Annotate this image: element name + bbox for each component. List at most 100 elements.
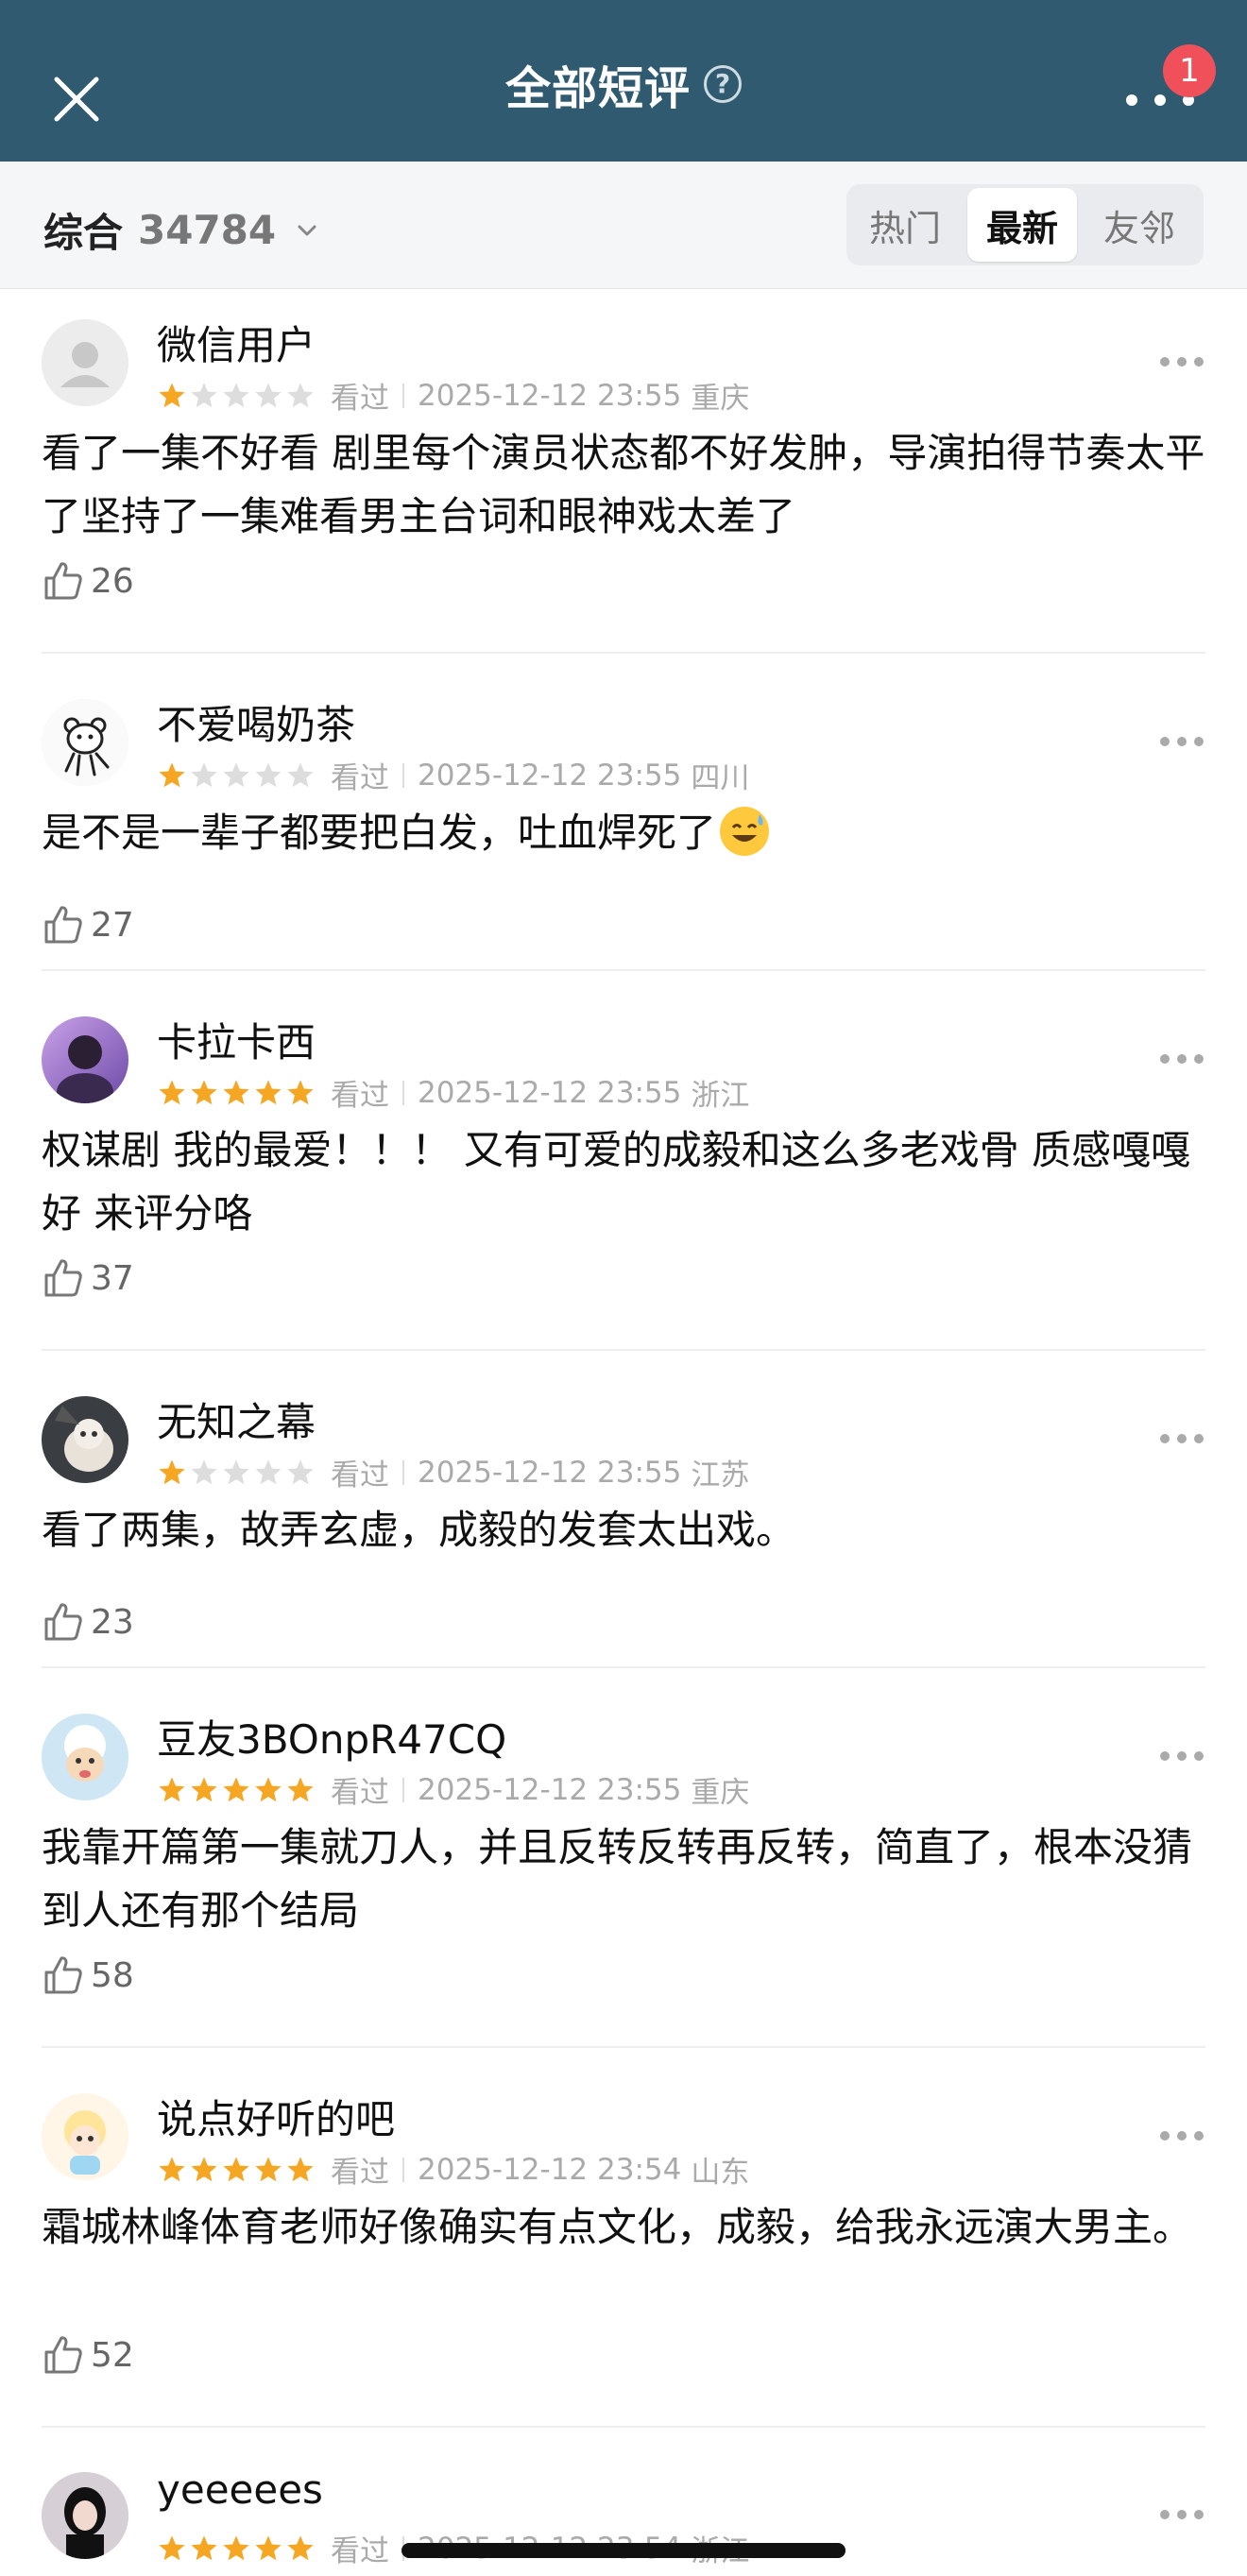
comment-more-button[interactable] (1160, 1751, 1204, 1763)
thumbs-up-icon (44, 1603, 82, 1641)
comment-more-button[interactable] (1160, 2131, 1204, 2142)
username[interactable]: 微信用户 (157, 314, 316, 371)
tab-group: 热门 最新 友邻 (846, 184, 1204, 265)
like-button[interactable]: 58 (42, 1953, 134, 1997)
comment-more-button[interactable] (1160, 737, 1204, 748)
star-icon (287, 1079, 314, 1104)
rating-stars (157, 2155, 316, 2185)
star-icon (255, 1459, 282, 1484)
thumbs-up-icon (44, 1956, 82, 1994)
comment-text: 权谋剧 我的最爱！！！ 又有可爱的成毅和这么多老戏骨 质感嘎嘎好 来评分咯 (42, 1127, 1191, 1237)
like-button[interactable]: 37 (42, 1256, 134, 1300)
star-icon (287, 2156, 314, 2181)
divider (42, 652, 1205, 654)
avatar[interactable] (42, 699, 128, 786)
like-button[interactable]: 23 (42, 1600, 134, 1644)
star-icon (191, 1776, 217, 1801)
star-icon (223, 382, 249, 407)
username[interactable]: 卡拉卡西 (157, 1011, 316, 1068)
filter-bar: 综合 34784 热门 最新 友邻 (0, 162, 1247, 289)
region: 江苏 (691, 1459, 750, 1493)
sort-dropdown[interactable]: 综合 34784 (43, 201, 317, 259)
avatar[interactable] (42, 2472, 128, 2559)
tab-hot[interactable]: 热门 (850, 188, 960, 262)
comment-meta: 看过 2025-12-12 23:55 江苏 (157, 1451, 749, 1493)
star-icon (287, 2534, 314, 2560)
watch-status: 看过 (331, 1079, 389, 1113)
username[interactable]: 豆友3BOnpR47CQ (157, 1708, 506, 1766)
star-icon (287, 1776, 314, 1801)
region: 重庆 (691, 1776, 750, 1810)
comment-text: 霜城林峰体育老师好像确实有点文化，成毅，给我永远演大男主。 (42, 2204, 1193, 2250)
star-icon (255, 761, 282, 787)
tab-friends[interactable]: 友邻 (1085, 188, 1194, 262)
dot-icon (1160, 2131, 1170, 2141)
comment-more-button[interactable] (1160, 2510, 1204, 2521)
star-icon (159, 1079, 185, 1104)
divider (42, 2426, 1205, 2428)
comment-text: 看了一集不好看 剧里每个演员状态都不好发肿，导演拍得节奏太平了坚持了一集难看男主… (42, 430, 1205, 539)
thumbs-up-icon (44, 562, 82, 600)
timestamp: 2025-12-12 23:55 (418, 1455, 682, 1490)
region: 重庆 (691, 382, 750, 416)
dot-icon (1194, 1054, 1204, 1064)
star-icon (223, 1459, 249, 1484)
star-icon (223, 1776, 249, 1801)
star-icon (255, 1776, 282, 1801)
dot-icon (1194, 357, 1204, 367)
like-button[interactable]: 52 (42, 2333, 134, 2377)
region: 浙江 (691, 1079, 750, 1113)
watch-status: 看过 (331, 761, 389, 795)
star-icon (255, 2156, 282, 2181)
star-icon (223, 2534, 249, 2560)
comment-meta: 看过 2025-12-12 23:54 山东 (157, 2148, 749, 2191)
star-icon (191, 1459, 217, 1484)
star-icon (191, 2156, 217, 2181)
comment-more-button[interactable] (1160, 1434, 1204, 1445)
timestamp: 2025-12-12 23:55 (418, 1772, 682, 1807)
star-icon (191, 2534, 217, 2560)
tab-latest[interactable]: 最新 (967, 188, 1077, 262)
dot-icon (1194, 1434, 1204, 1443)
sort-label: 综合 (43, 210, 124, 256)
thumbs-up-icon (44, 2336, 82, 2374)
help-icon[interactable]: ? (704, 64, 742, 103)
dot-icon (1160, 1751, 1170, 1761)
username[interactable]: 不爱喝奶茶 (157, 693, 355, 751)
star-icon (223, 1079, 249, 1104)
separator (402, 383, 404, 408)
timestamp: 2025-12-12 23:55 (418, 378, 682, 413)
star-icon (159, 1776, 185, 1801)
region: 四川 (691, 761, 750, 795)
comment-more-button[interactable] (1160, 357, 1204, 368)
separator (402, 1777, 404, 1802)
notification-badge: 1 (1163, 44, 1216, 97)
star-icon (191, 382, 217, 407)
avatar[interactable] (42, 319, 128, 406)
avatar[interactable] (42, 1396, 128, 1483)
separator (402, 1080, 404, 1105)
comment-more-button[interactable] (1160, 1054, 1204, 1066)
comment-meta: 看过 2025-12-12 23:55 四川 (157, 754, 749, 796)
timestamp: 2025-12-12 23:55 (418, 758, 682, 793)
star-icon (191, 1079, 217, 1104)
watch-status: 看过 (331, 1776, 389, 1810)
comment-text: 看了两集，故弄玄虚，成毅的发套太出戏。 (42, 1507, 796, 1553)
star-icon (255, 1079, 282, 1104)
dot-icon (1160, 1434, 1170, 1443)
username[interactable]: yeeeees (157, 2466, 323, 2513)
watch-status: 看过 (331, 2534, 389, 2568)
like-button[interactable]: 26 (42, 559, 134, 603)
username[interactable]: 无知之幕 (157, 1390, 316, 1448)
star-icon (287, 382, 314, 407)
username[interactable]: 说点好听的吧 (157, 2088, 395, 2145)
avatar[interactable] (42, 2093, 128, 2180)
avatar[interactable] (42, 1016, 128, 1103)
dot-icon (1177, 1434, 1187, 1443)
like-button[interactable]: 27 (42, 903, 134, 947)
avatar[interactable] (42, 1714, 128, 1800)
separator (402, 1459, 404, 1485)
like-count: 27 (91, 905, 134, 945)
top-nav-bar: 全部短评 ? 1 (0, 0, 1247, 162)
star-icon (287, 761, 314, 787)
